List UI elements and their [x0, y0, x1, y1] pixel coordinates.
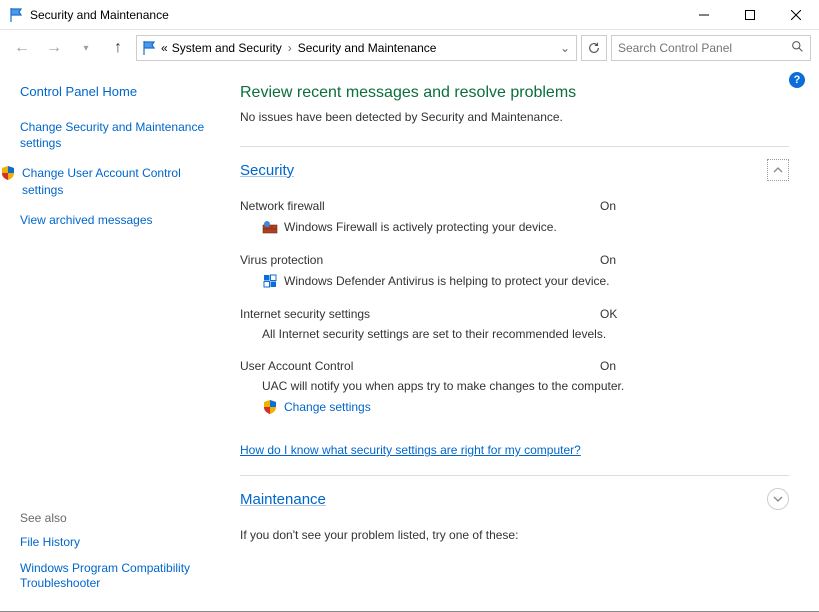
collapse-security-button[interactable]: [767, 159, 789, 181]
nav-row: ← → ▾ ↑ « System and Security › Security…: [0, 30, 819, 66]
security-help-link[interactable]: How do I know what security settings are…: [240, 443, 581, 457]
sidebar-link-change-uac[interactable]: Change User Account Control settings: [20, 165, 216, 197]
internet-desc: All Internet security settings are set t…: [262, 327, 606, 341]
firewall-icon: [262, 219, 278, 235]
address-bar[interactable]: « System and Security › Security and Mai…: [136, 35, 577, 61]
firewall-desc: Windows Firewall is actively protecting …: [284, 220, 557, 234]
virus-desc: Windows Defender Antivirus is helping to…: [284, 274, 610, 288]
internet-item: Internet security settings OK All Intern…: [240, 307, 789, 341]
address-dropdown[interactable]: ⌄: [558, 41, 572, 55]
search-box[interactable]: [611, 35, 811, 61]
forward-button[interactable]: →: [40, 34, 68, 62]
firewall-item: Network firewall On Windows Firewall is …: [240, 199, 789, 235]
window-controls: [681, 0, 819, 30]
maintenance-section-header: Maintenance: [240, 475, 789, 510]
sidebar: Control Panel Home Change Security and M…: [0, 66, 230, 612]
virus-status: On: [600, 253, 616, 267]
security-section-toggle[interactable]: Security: [240, 162, 294, 179]
expand-maintenance-button[interactable]: [767, 488, 789, 510]
shield-icon: [0, 165, 16, 181]
see-also-file-history[interactable]: File History: [20, 535, 216, 551]
maintenance-section-toggle[interactable]: Maintenance: [240, 491, 326, 508]
search-input[interactable]: [618, 41, 791, 55]
breadcrumb-seg-2[interactable]: Security and Maintenance: [298, 41, 437, 55]
internet-label: Internet security settings: [240, 307, 600, 321]
footer-text: If you don't see your problem listed, tr…: [240, 528, 789, 542]
up-button[interactable]: ↑: [104, 34, 132, 62]
maximize-button[interactable]: [727, 0, 773, 30]
uac-item: User Account Control On UAC will notify …: [240, 359, 789, 415]
sidebar-link-change-security[interactable]: Change Security and Maintenance settings: [20, 119, 216, 151]
control-panel-home-link[interactable]: Control Panel Home: [20, 84, 216, 99]
breadcrumb-seg-1[interactable]: System and Security: [172, 41, 282, 55]
uac-status: On: [600, 359, 616, 373]
close-button[interactable]: [773, 0, 819, 30]
back-button[interactable]: ←: [8, 34, 36, 62]
breadcrumb-prefix: «: [161, 41, 168, 55]
firewall-label: Network firewall: [240, 199, 600, 213]
main-content: Review recent messages and resolve probl…: [230, 66, 819, 612]
defender-icon: [262, 273, 278, 289]
see-also-heading: See also: [20, 511, 216, 525]
uac-label: User Account Control: [240, 359, 600, 373]
search-icon[interactable]: [791, 40, 804, 56]
sidebar-link-archived-messages[interactable]: View archived messages: [20, 212, 216, 228]
shield-icon: [262, 399, 278, 415]
window-title: Security and Maintenance: [30, 8, 681, 22]
internet-status: OK: [600, 307, 617, 321]
flag-icon: [8, 7, 24, 23]
uac-change-settings-link[interactable]: Change settings: [240, 399, 789, 415]
chevron-right-icon[interactable]: ›: [286, 41, 294, 55]
firewall-status: On: [600, 199, 616, 213]
title-bar: Security and Maintenance: [0, 0, 819, 30]
see-also-program-compat[interactable]: Windows Program Compatibility Troublesho…: [20, 561, 216, 592]
virus-item: Virus protection On Windows Defender Ant…: [240, 253, 789, 289]
uac-desc: UAC will notify you when apps try to mak…: [262, 379, 624, 393]
page-heading: Review recent messages and resolve probl…: [240, 84, 789, 102]
virus-label: Virus protection: [240, 253, 600, 267]
flag-icon: [141, 40, 157, 56]
security-section-header: Security: [240, 146, 789, 181]
no-issues-text: No issues have been detected by Security…: [240, 110, 789, 124]
refresh-button[interactable]: [581, 35, 607, 61]
recent-dropdown[interactable]: ▾: [72, 34, 100, 62]
minimize-button[interactable]: [681, 0, 727, 30]
